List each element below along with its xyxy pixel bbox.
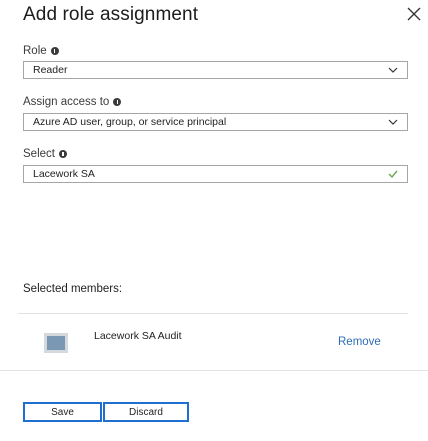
chevron-down-icon <box>388 119 398 125</box>
info-icon[interactable] <box>113 98 122 106</box>
selected-members-heading: Selected members: <box>23 283 123 295</box>
add-role-assignment-panel: Add role assignment Role Reader Assign a… <box>0 0 428 441</box>
list-item: Lacework SA Audit Remove <box>0 315 408 370</box>
role-label-text: Role <box>23 45 47 57</box>
assign-access-dropdown[interactable]: Azure AD user, group, or service princip… <box>23 113 408 131</box>
page-title: Add role assignment <box>23 4 199 25</box>
select-search-value: Lacework SA <box>33 168 95 180</box>
assign-access-label: Assign access to <box>23 96 122 108</box>
member-name: Lacework SA Audit <box>94 330 182 342</box>
checkmark-icon <box>388 170 398 179</box>
role-dropdown[interactable]: Reader <box>23 61 408 79</box>
save-button[interactable]: Save <box>23 402 102 422</box>
divider <box>18 313 408 314</box>
chevron-down-icon <box>388 67 398 73</box>
assign-access-label-text: Assign access to <box>23 96 110 108</box>
assign-access-dropdown-value: Azure AD user, group, or service princip… <box>33 116 227 128</box>
info-icon[interactable] <box>58 150 67 158</box>
role-label: Role <box>23 45 59 57</box>
discard-button[interactable]: Discard <box>103 402 189 422</box>
select-label-text: Select <box>23 148 55 160</box>
divider <box>0 370 428 371</box>
info-icon[interactable] <box>50 47 59 55</box>
select-search-input[interactable]: Lacework SA <box>23 165 408 183</box>
role-dropdown-value: Reader <box>33 64 68 76</box>
service-principal-icon <box>44 333 68 353</box>
close-icon[interactable] <box>404 4 424 24</box>
select-label: Select <box>23 148 67 160</box>
remove-member-link[interactable]: Remove <box>338 336 381 348</box>
